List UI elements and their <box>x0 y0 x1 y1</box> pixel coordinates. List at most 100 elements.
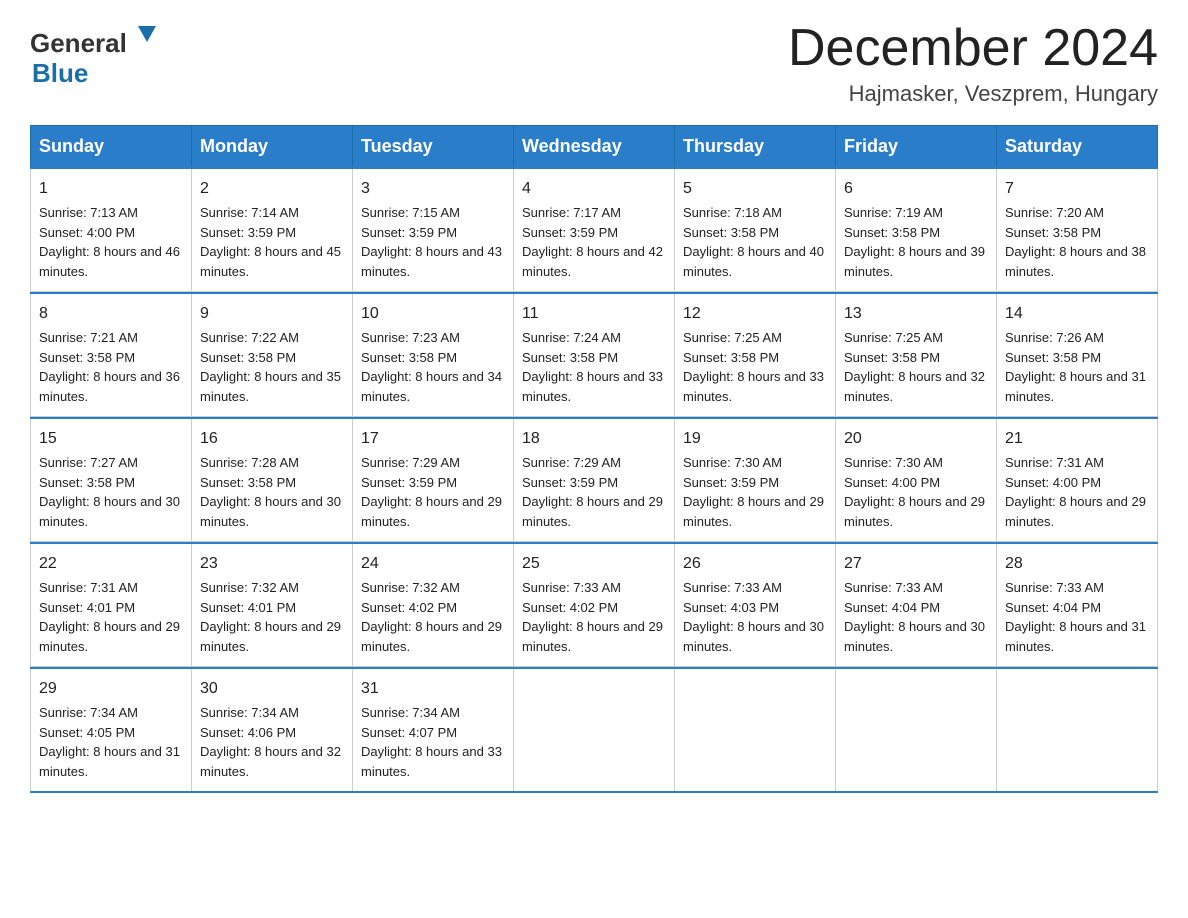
day-number: 8 <box>39 302 183 326</box>
day-info: Sunrise: 7:17 AMSunset: 3:59 PMDaylight:… <box>522 203 666 281</box>
day-info: Sunrise: 7:27 AMSunset: 3:58 PMDaylight:… <box>39 453 183 531</box>
day-number: 18 <box>522 427 666 451</box>
day-number: 14 <box>1005 302 1149 326</box>
day-number: 9 <box>200 302 344 326</box>
location: Hajmasker, Veszprem, Hungary <box>788 81 1158 107</box>
day-number: 7 <box>1005 177 1149 201</box>
day-info: Sunrise: 7:20 AMSunset: 3:58 PMDaylight:… <box>1005 203 1149 281</box>
day-info: Sunrise: 7:26 AMSunset: 3:58 PMDaylight:… <box>1005 328 1149 406</box>
day-number: 23 <box>200 552 344 576</box>
calendar-cell: 27Sunrise: 7:33 AMSunset: 4:04 PMDayligh… <box>836 543 997 667</box>
calendar-cell: 14Sunrise: 7:26 AMSunset: 3:58 PMDayligh… <box>997 293 1158 417</box>
day-number: 15 <box>39 427 183 451</box>
day-info: Sunrise: 7:33 AMSunset: 4:03 PMDaylight:… <box>683 578 827 656</box>
week-row-3: 15Sunrise: 7:27 AMSunset: 3:58 PMDayligh… <box>31 418 1158 542</box>
day-number: 22 <box>39 552 183 576</box>
day-number: 20 <box>844 427 988 451</box>
calendar-cell: 11Sunrise: 7:24 AMSunset: 3:58 PMDayligh… <box>514 293 675 417</box>
day-info: Sunrise: 7:25 AMSunset: 3:58 PMDaylight:… <box>844 328 988 406</box>
day-number: 19 <box>683 427 827 451</box>
day-info: Sunrise: 7:19 AMSunset: 3:58 PMDaylight:… <box>844 203 988 281</box>
calendar-cell: 31Sunrise: 7:34 AMSunset: 4:07 PMDayligh… <box>353 668 514 792</box>
page-header: General Blue December 2024 Hajmasker, Ve… <box>30 20 1158 107</box>
day-info: Sunrise: 7:31 AMSunset: 4:00 PMDaylight:… <box>1005 453 1149 531</box>
col-header-monday: Monday <box>192 126 353 169</box>
day-number: 21 <box>1005 427 1149 451</box>
day-info: Sunrise: 7:13 AMSunset: 4:00 PMDaylight:… <box>39 203 183 281</box>
day-number: 4 <box>522 177 666 201</box>
col-header-friday: Friday <box>836 126 997 169</box>
day-info: Sunrise: 7:34 AMSunset: 4:07 PMDaylight:… <box>361 703 505 781</box>
week-row-2: 8Sunrise: 7:21 AMSunset: 3:58 PMDaylight… <box>31 293 1158 417</box>
day-info: Sunrise: 7:32 AMSunset: 4:01 PMDaylight:… <box>200 578 344 656</box>
day-number: 2 <box>200 177 344 201</box>
calendar-cell: 22Sunrise: 7:31 AMSunset: 4:01 PMDayligh… <box>31 543 192 667</box>
day-number: 27 <box>844 552 988 576</box>
day-number: 31 <box>361 677 505 701</box>
week-row-5: 29Sunrise: 7:34 AMSunset: 4:05 PMDayligh… <box>31 668 1158 792</box>
day-number: 6 <box>844 177 988 201</box>
calendar-cell: 26Sunrise: 7:33 AMSunset: 4:03 PMDayligh… <box>675 543 836 667</box>
day-info: Sunrise: 7:22 AMSunset: 3:58 PMDaylight:… <box>200 328 344 406</box>
week-row-1: 1Sunrise: 7:13 AMSunset: 4:00 PMDaylight… <box>31 168 1158 292</box>
day-number: 3 <box>361 177 505 201</box>
day-info: Sunrise: 7:15 AMSunset: 3:59 PMDaylight:… <box>361 203 505 281</box>
calendar-cell: 1Sunrise: 7:13 AMSunset: 4:00 PMDaylight… <box>31 168 192 292</box>
day-number: 29 <box>39 677 183 701</box>
calendar-cell: 6Sunrise: 7:19 AMSunset: 3:58 PMDaylight… <box>836 168 997 292</box>
calendar-cell: 7Sunrise: 7:20 AMSunset: 3:58 PMDaylight… <box>997 168 1158 292</box>
calendar-cell: 15Sunrise: 7:27 AMSunset: 3:58 PMDayligh… <box>31 418 192 542</box>
calendar-cell: 12Sunrise: 7:25 AMSunset: 3:58 PMDayligh… <box>675 293 836 417</box>
calendar-cell: 5Sunrise: 7:18 AMSunset: 3:58 PMDaylight… <box>675 168 836 292</box>
calendar-cell <box>997 668 1158 792</box>
calendar-cell: 2Sunrise: 7:14 AMSunset: 3:59 PMDaylight… <box>192 168 353 292</box>
col-header-saturday: Saturday <box>997 126 1158 169</box>
calendar-cell: 24Sunrise: 7:32 AMSunset: 4:02 PMDayligh… <box>353 543 514 667</box>
calendar-cell: 23Sunrise: 7:32 AMSunset: 4:01 PMDayligh… <box>192 543 353 667</box>
calendar-cell: 19Sunrise: 7:30 AMSunset: 3:59 PMDayligh… <box>675 418 836 542</box>
calendar-cell: 30Sunrise: 7:34 AMSunset: 4:06 PMDayligh… <box>192 668 353 792</box>
day-number: 17 <box>361 427 505 451</box>
day-info: Sunrise: 7:23 AMSunset: 3:58 PMDaylight:… <box>361 328 505 406</box>
calendar-cell <box>836 668 997 792</box>
day-number: 11 <box>522 302 666 326</box>
day-number: 25 <box>522 552 666 576</box>
calendar-cell <box>675 668 836 792</box>
day-info: Sunrise: 7:18 AMSunset: 3:58 PMDaylight:… <box>683 203 827 281</box>
day-info: Sunrise: 7:31 AMSunset: 4:01 PMDaylight:… <box>39 578 183 656</box>
week-row-4: 22Sunrise: 7:31 AMSunset: 4:01 PMDayligh… <box>31 543 1158 667</box>
calendar-cell: 28Sunrise: 7:33 AMSunset: 4:04 PMDayligh… <box>997 543 1158 667</box>
day-number: 5 <box>683 177 827 201</box>
day-info: Sunrise: 7:24 AMSunset: 3:58 PMDaylight:… <box>522 328 666 406</box>
day-info: Sunrise: 7:34 AMSunset: 4:05 PMDaylight:… <box>39 703 183 781</box>
svg-text:Blue: Blue <box>32 58 88 88</box>
day-info: Sunrise: 7:30 AMSunset: 3:59 PMDaylight:… <box>683 453 827 531</box>
calendar-cell: 13Sunrise: 7:25 AMSunset: 3:58 PMDayligh… <box>836 293 997 417</box>
day-info: Sunrise: 7:28 AMSunset: 3:58 PMDaylight:… <box>200 453 344 531</box>
calendar-cell <box>514 668 675 792</box>
day-number: 26 <box>683 552 827 576</box>
day-info: Sunrise: 7:29 AMSunset: 3:59 PMDaylight:… <box>361 453 505 531</box>
day-info: Sunrise: 7:33 AMSunset: 4:04 PMDaylight:… <box>844 578 988 656</box>
calendar-cell: 4Sunrise: 7:17 AMSunset: 3:59 PMDaylight… <box>514 168 675 292</box>
calendar-cell: 25Sunrise: 7:33 AMSunset: 4:02 PMDayligh… <box>514 543 675 667</box>
calendar-table: SundayMondayTuesdayWednesdayThursdayFrid… <box>30 125 1158 793</box>
calendar-cell: 16Sunrise: 7:28 AMSunset: 3:58 PMDayligh… <box>192 418 353 542</box>
day-number: 24 <box>361 552 505 576</box>
day-info: Sunrise: 7:30 AMSunset: 4:00 PMDaylight:… <box>844 453 988 531</box>
col-header-wednesday: Wednesday <box>514 126 675 169</box>
day-info: Sunrise: 7:29 AMSunset: 3:59 PMDaylight:… <box>522 453 666 531</box>
calendar-cell: 9Sunrise: 7:22 AMSunset: 3:58 PMDaylight… <box>192 293 353 417</box>
day-info: Sunrise: 7:25 AMSunset: 3:58 PMDaylight:… <box>683 328 827 406</box>
calendar-cell: 18Sunrise: 7:29 AMSunset: 3:59 PMDayligh… <box>514 418 675 542</box>
day-number: 10 <box>361 302 505 326</box>
day-number: 28 <box>1005 552 1149 576</box>
calendar-cell: 17Sunrise: 7:29 AMSunset: 3:59 PMDayligh… <box>353 418 514 542</box>
calendar-cell: 29Sunrise: 7:34 AMSunset: 4:05 PMDayligh… <box>31 668 192 792</box>
day-info: Sunrise: 7:33 AMSunset: 4:02 PMDaylight:… <box>522 578 666 656</box>
calendar-cell: 10Sunrise: 7:23 AMSunset: 3:58 PMDayligh… <box>353 293 514 417</box>
day-info: Sunrise: 7:34 AMSunset: 4:06 PMDaylight:… <box>200 703 344 781</box>
title-block: December 2024 Hajmasker, Veszprem, Hunga… <box>788 20 1158 107</box>
svg-text:General: General <box>30 28 127 58</box>
day-number: 30 <box>200 677 344 701</box>
